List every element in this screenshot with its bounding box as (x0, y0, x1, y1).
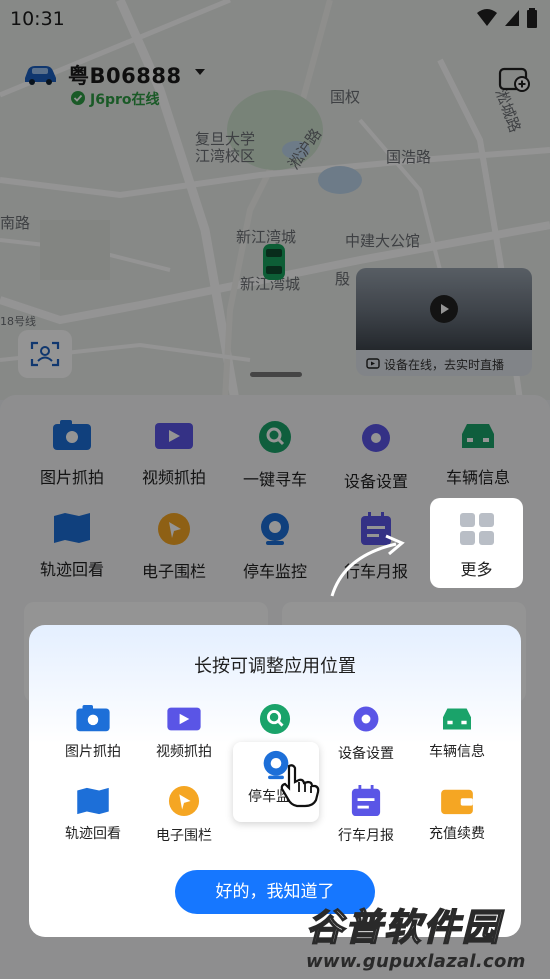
video-icon (167, 707, 201, 731)
hand-pointer-icon (280, 764, 320, 808)
car-front-icon (443, 708, 471, 730)
dialog-item-track[interactable]: 轨迹回看 (48, 787, 138, 867)
dialog-item-vehicle-info[interactable]: 车辆信息 (412, 705, 502, 785)
app-screen: 复旦大学 江湾校区 淞沪路 国浩路 中建大公馆 新江湾城 新江湾城 殷 国权 南… (0, 0, 550, 979)
dialog-item-recharge[interactable]: 充值续费 (412, 787, 502, 867)
camera-icon (76, 705, 110, 732)
dialog-item-video[interactable]: 视频抓拍 (139, 705, 229, 785)
watermark-brand: 谷普软件园 (305, 905, 501, 950)
gear-icon (353, 706, 379, 732)
fence-icon (168, 785, 200, 817)
dialog-title: 长按可调整应用位置 (194, 656, 356, 677)
wallet-icon (441, 789, 473, 815)
dialog-item-fence[interactable]: 电子围栏 (139, 785, 229, 865)
grid-icon (459, 513, 494, 545)
calendar-icon (351, 785, 381, 817)
more-button[interactable]: 更多 (430, 498, 523, 588)
watermark-url: www.gupuxlazal.com (306, 951, 526, 972)
search-car-icon (259, 703, 291, 735)
dialog-item-settings[interactable]: 设备设置 (321, 703, 411, 783)
map-icon (77, 787, 109, 815)
watermark-logo: 谷普软件园 www.gupuxlazal.com (300, 893, 548, 977)
tip-dialog: 长按可调整应用位置 图片抓拍 视频抓拍 设备设置 车辆信息 轨迹回看 电子围栏 (29, 625, 521, 937)
dialog-item-monthly-report[interactable]: 行车月报 (321, 785, 411, 865)
arrow-icon (330, 534, 405, 597)
dialog-item-photo[interactable]: 图片抓拍 (48, 705, 138, 785)
